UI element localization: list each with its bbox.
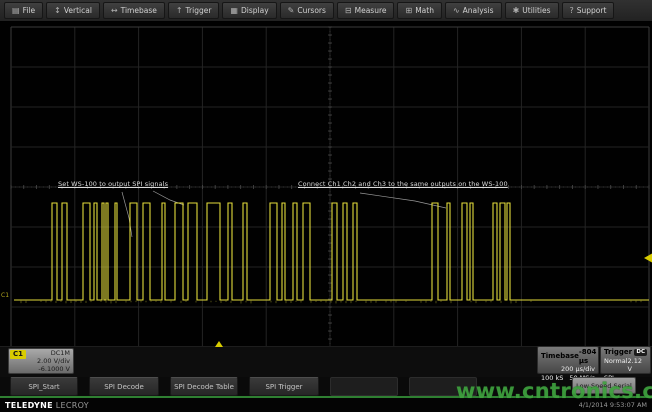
timebase-tdiv: 200 µs/div <box>541 365 595 374</box>
timebase-delay: -804 µs <box>579 348 597 365</box>
menu-item-label: Measure <box>355 6 387 15</box>
menu-bar: ▤ File ↕ Vertical ↔ Timebase ↑ Trigger ▦… <box>0 0 652 22</box>
wrench-icon: ✱ <box>513 7 520 15</box>
vertical-arrows-icon: ↕ <box>54 7 61 15</box>
menu-item-label: File <box>23 6 36 15</box>
menu-item-label: Cursors <box>297 6 326 15</box>
menu-item-math[interactable]: ⊞ Math <box>397 2 441 19</box>
clock: 4/1/2014 9:53:07 AM <box>579 401 647 409</box>
menu-item-label: Utilities <box>522 6 550 15</box>
menu-item-measure[interactable]: ⊟ Measure <box>337 2 395 19</box>
empty-button-slot-1 <box>330 377 398 396</box>
channel-coupling: DC1M <box>37 349 70 357</box>
help-icon: ? <box>570 7 574 15</box>
display-icon: ▦ <box>230 7 238 15</box>
calipers-icon: ⊟ <box>345 7 352 15</box>
menu-item-timebase[interactable]: ↔ Timebase <box>103 2 165 19</box>
trigger-arrow-icon: ↑ <box>176 7 183 15</box>
menu-item-cursors[interactable]: ✎ Cursors <box>280 2 334 19</box>
horizontal-arrows-icon: ↔ <box>111 7 118 15</box>
annotation-leader-line-2 <box>360 193 446 208</box>
menu-item-analysis[interactable]: ∿ Analysis <box>445 2 502 19</box>
menu-item-utilities[interactable]: ✱ Utilities <box>505 2 559 19</box>
oscilloscope-screen: ▤ File ↕ Vertical ↔ Timebase ↑ Trigger ▦… <box>0 0 652 412</box>
menu-item-file[interactable]: ▤ File <box>4 2 43 19</box>
trigger-mode: Normal <box>604 357 628 374</box>
timebase-descriptor[interactable]: Timebase -804 µs 200 µs/div 100 kS 50 MS… <box>537 346 599 374</box>
cursor-pencil-icon: ✎ <box>288 7 295 15</box>
waveform-display[interactable]: Set WS-100 to output SPI signals Connect… <box>0 22 652 346</box>
trigger-descriptor[interactable]: Trigger DC Normal 2.12 V SPI <box>600 346 651 374</box>
trace-noise <box>21 301 641 304</box>
menu-item-label: Trigger <box>186 6 212 15</box>
spi-start-button[interactable]: SPI_Start <box>10 377 78 396</box>
annotation-note-2: Connect Ch1 Ch2 and Ch3 to the same outp… <box>298 180 508 188</box>
menu-item-label: Display <box>241 6 269 15</box>
menu-item-trigger[interactable]: ↑ Trigger <box>168 2 220 19</box>
chart-icon: ∿ <box>453 7 460 15</box>
channel-c1-badge: C1 <box>10 350 26 359</box>
menu-item-label: Vertical <box>64 6 92 15</box>
timebase-title: Timebase <box>541 352 579 361</box>
spi-decode-table-button[interactable]: SPI Decode Table <box>170 377 238 396</box>
channel-c1-descriptor[interactable]: C1 DC1M 2.00 V/div -6.1000 V <box>8 348 74 374</box>
channel-c1-info: DC1M 2.00 V/div -6.1000 V <box>37 349 70 373</box>
menu-item-display[interactable]: ▦ Display <box>222 2 276 19</box>
calculator-icon: ⊞ <box>405 7 412 15</box>
menu-item-label: Support <box>577 6 607 15</box>
file-icon: ▤ <box>12 7 20 15</box>
brand-secondary: LECROY <box>56 401 89 410</box>
timebase-samples: 100 kS <box>541 374 563 383</box>
trigger-level-marker[interactable] <box>644 254 652 263</box>
low-speed-serial-button[interactable]: Low Speed Serial <box>572 377 636 394</box>
empty-button-slot-2 <box>409 377 477 396</box>
menu-item-label: Analysis <box>463 6 494 15</box>
channel-vdiv: 2.00 V/div <box>37 357 70 365</box>
annotation-note-1: Set WS-100 to output SPI signals <box>58 180 168 188</box>
status-bar: TELEDYNE LECROY 4/1/2014 9:53:07 AM <box>0 398 652 412</box>
c1-ground-marker[interactable]: C1 <box>1 292 9 299</box>
trigger-position-marker[interactable] <box>215 341 223 347</box>
spi-decode-button[interactable]: SPI Decode <box>89 377 159 396</box>
brand-primary: TELEDYNE <box>5 401 53 410</box>
menu-item-support[interactable]: ? Support <box>562 2 615 19</box>
c1-trace <box>14 203 649 300</box>
trigger-coupling-badge: DC <box>634 349 647 356</box>
menu-item-label: Math <box>415 6 434 15</box>
trigger-title: Trigger <box>604 348 632 357</box>
menu-item-label: Timebase <box>121 6 157 15</box>
brand-logo: TELEDYNE LECROY <box>5 401 89 410</box>
spi-trigger-button[interactable]: SPI Trigger <box>249 377 319 396</box>
channel-offset: -6.1000 V <box>37 365 70 373</box>
trigger-level: 2.12 V <box>628 357 647 374</box>
menu-item-vertical[interactable]: ↕ Vertical <box>46 2 100 19</box>
